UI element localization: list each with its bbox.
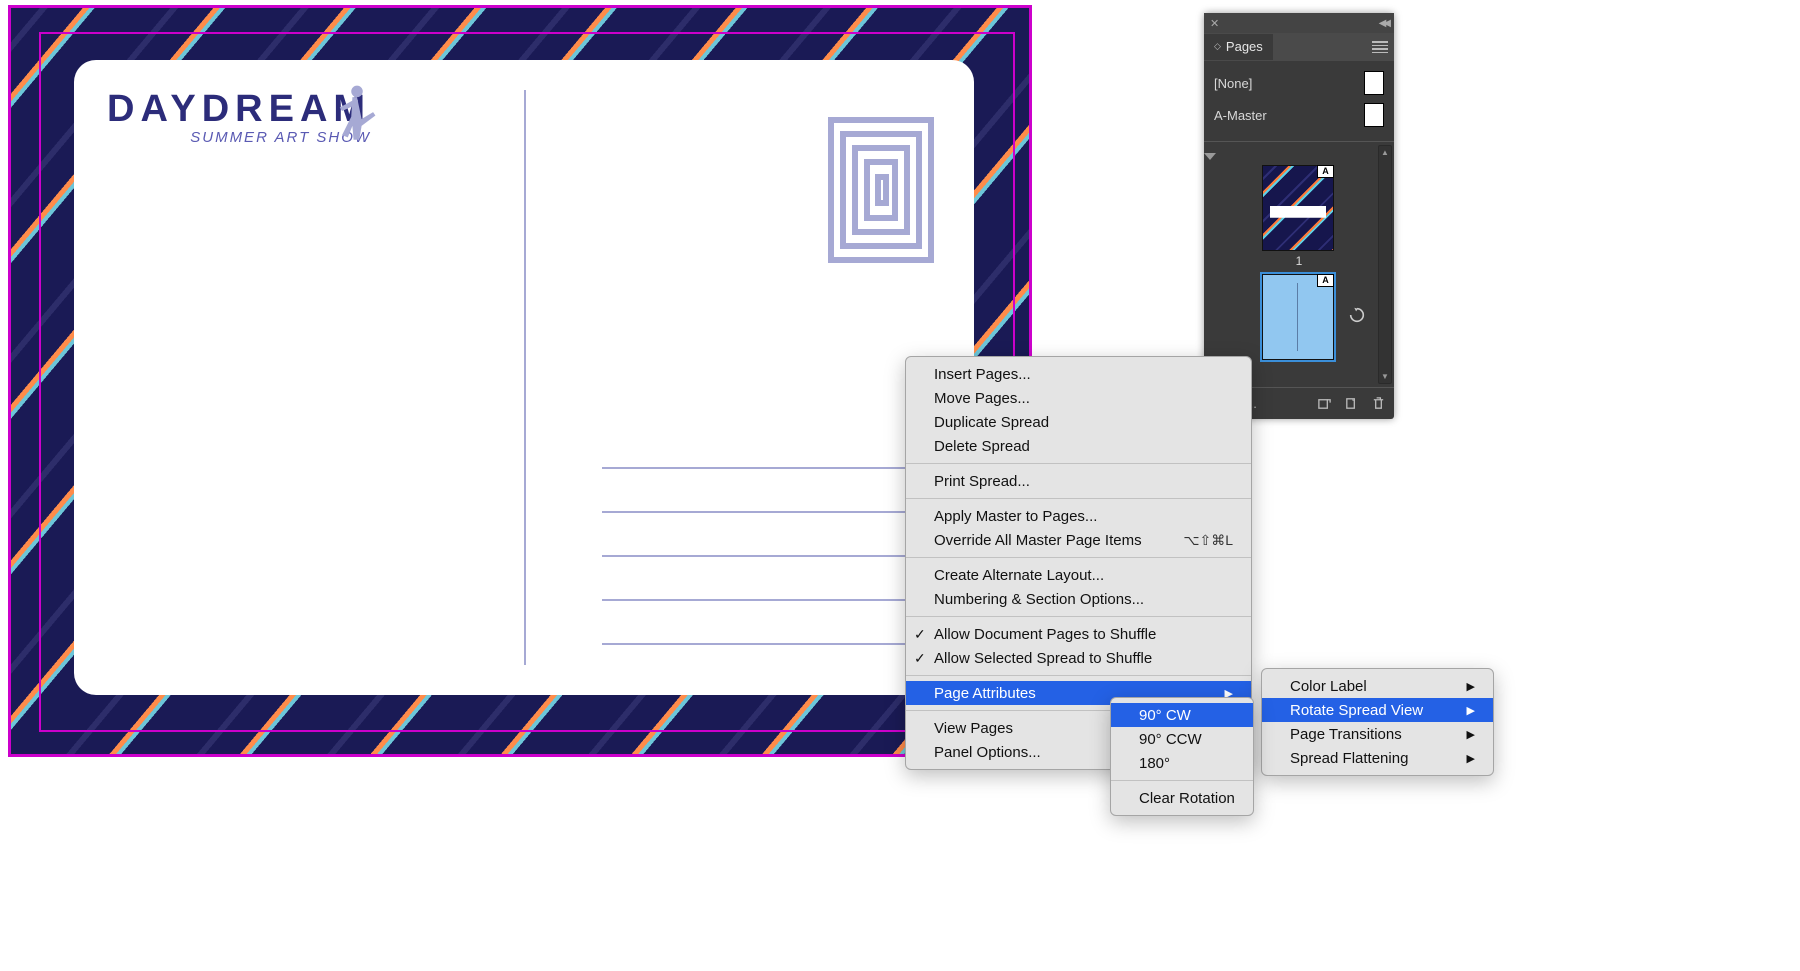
master-tag: A bbox=[1317, 165, 1334, 178]
masters-section: [None] A-Master bbox=[1204, 61, 1394, 142]
page-1-preview[interactable]: A bbox=[1262, 165, 1334, 251]
logo-block: DAYDREAM SUMMER ART SHOW bbox=[107, 88, 371, 146]
check-icon: ✓ bbox=[914, 650, 926, 667]
address-lines bbox=[602, 467, 950, 645]
address-line bbox=[602, 555, 950, 557]
page-1-number: 1 bbox=[1296, 254, 1303, 268]
page-thumb-1[interactable]: A 1 bbox=[1262, 165, 1336, 268]
menu-allow-shuffle-spread[interactable]: ✓ Allow Selected Spread to Shuffle bbox=[906, 646, 1251, 670]
thumb-divider bbox=[1297, 283, 1298, 351]
close-icon[interactable]: ✕ bbox=[1210, 17, 1219, 30]
master-a-label: A-Master bbox=[1214, 108, 1267, 123]
scroll-down-icon[interactable]: ▼ bbox=[1381, 372, 1389, 381]
menu-apply-master[interactable]: Apply Master to Pages... bbox=[906, 504, 1251, 528]
menu-separator bbox=[906, 675, 1251, 676]
logo-subtitle: SUMMER ART SHOW bbox=[107, 129, 371, 146]
scroll-up-icon[interactable]: ▲ bbox=[1381, 148, 1389, 157]
panel-menu-icon[interactable] bbox=[1372, 41, 1388, 53]
submenu-rotate-180[interactable]: 180° bbox=[1111, 751, 1253, 775]
stamp-placeholder-icon bbox=[826, 115, 936, 265]
postcard-divider bbox=[524, 90, 526, 665]
submenu-arrow-icon: ▶ bbox=[1427, 752, 1475, 765]
menu-override-masters[interactable]: Override All Master Page Items ⌥⇧⌘L bbox=[906, 528, 1251, 552]
address-line bbox=[602, 643, 950, 645]
tab-pages[interactable]: ◇ Pages bbox=[1204, 34, 1273, 60]
menu-numbering-section[interactable]: Numbering & Section Options... bbox=[906, 587, 1251, 611]
panel-tabbar: ◇ Pages bbox=[1204, 33, 1394, 61]
panel-toggle-icon: ◇ bbox=[1214, 41, 1221, 52]
collapse-icon[interactable]: ◀◀ bbox=[1379, 18, 1388, 29]
size-options-icon[interactable] bbox=[1317, 396, 1332, 411]
logo-figure-icon bbox=[334, 84, 380, 154]
check-icon: ✓ bbox=[914, 626, 926, 643]
logo-title: DAYDREAM bbox=[107, 88, 371, 131]
menu-create-alternate[interactable]: Create Alternate Layout... bbox=[906, 563, 1251, 587]
delete-page-icon[interactable] bbox=[1371, 396, 1386, 411]
shortcut-label: ⌥⇧⌘L bbox=[1153, 532, 1233, 549]
menu-separator bbox=[906, 498, 1251, 499]
submenu-arrow-icon: ▶ bbox=[1427, 680, 1475, 693]
address-line bbox=[602, 599, 950, 601]
submenu-arrow-icon: ▶ bbox=[1427, 728, 1475, 741]
submenu-rotate-90cw[interactable]: 90° CW bbox=[1111, 703, 1253, 727]
panel-titlebar[interactable]: ✕ ◀◀ bbox=[1204, 13, 1394, 33]
menu-delete-spread[interactable]: Delete Spread bbox=[906, 434, 1251, 458]
menu-insert-pages[interactable]: Insert Pages... bbox=[906, 362, 1251, 386]
rotate-spread-submenu[interactable]: 90° CW 90° CCW 180° Clear Rotation bbox=[1110, 697, 1254, 816]
submenu-clear-rotation[interactable]: Clear Rotation bbox=[1111, 786, 1253, 810]
submenu-rotate-90ccw[interactable]: 90° CCW bbox=[1111, 727, 1253, 751]
page-thumb-2[interactable]: A bbox=[1262, 274, 1336, 360]
address-line bbox=[602, 467, 950, 469]
submenu-rotate-spread[interactable]: Rotate Spread View ▶ bbox=[1262, 698, 1493, 722]
master-a[interactable]: A-Master bbox=[1214, 99, 1384, 131]
pages-section: ▲ ▼ A 1 A bbox=[1204, 142, 1394, 387]
spread-marker-icon bbox=[1204, 152, 1216, 160]
menu-move-pages[interactable]: Move Pages... bbox=[906, 386, 1251, 410]
document-canvas[interactable]: DAYDREAM SUMMER ART SHOW bbox=[8, 5, 1032, 757]
menu-allow-shuffle-doc[interactable]: ✓ Allow Document Pages to Shuffle bbox=[906, 622, 1251, 646]
menu-duplicate-spread[interactable]: Duplicate Spread bbox=[906, 410, 1251, 434]
master-none-thumb[interactable] bbox=[1364, 71, 1384, 95]
submenu-spread-flattening[interactable]: Spread Flattening ▶ bbox=[1262, 746, 1493, 770]
master-a-thumb[interactable] bbox=[1364, 103, 1384, 127]
postcard-page[interactable]: DAYDREAM SUMMER ART SHOW bbox=[74, 60, 974, 695]
menu-separator bbox=[906, 557, 1251, 558]
menu-separator bbox=[906, 463, 1251, 464]
rotation-indicator-icon bbox=[1348, 306, 1366, 324]
master-none-label: [None] bbox=[1214, 76, 1252, 91]
menu-separator bbox=[906, 616, 1251, 617]
page-attributes-submenu[interactable]: Color Label ▶ Rotate Spread View ▶ Page … bbox=[1261, 668, 1494, 776]
menu-print-spread[interactable]: Print Spread... bbox=[906, 469, 1251, 493]
submenu-page-transitions[interactable]: Page Transitions ▶ bbox=[1262, 722, 1493, 746]
new-page-icon[interactable] bbox=[1344, 396, 1359, 411]
address-line bbox=[602, 511, 950, 513]
scrollbar[interactable]: ▲ ▼ bbox=[1378, 145, 1392, 384]
page-2-preview[interactable]: A bbox=[1262, 274, 1334, 360]
submenu-color-label[interactable]: Color Label ▶ bbox=[1262, 674, 1493, 698]
menu-separator bbox=[1111, 780, 1253, 781]
master-tag: A bbox=[1317, 274, 1334, 287]
master-none[interactable]: [None] bbox=[1214, 67, 1384, 99]
submenu-arrow-icon: ▶ bbox=[1427, 704, 1475, 717]
tab-label: Pages bbox=[1226, 39, 1263, 54]
